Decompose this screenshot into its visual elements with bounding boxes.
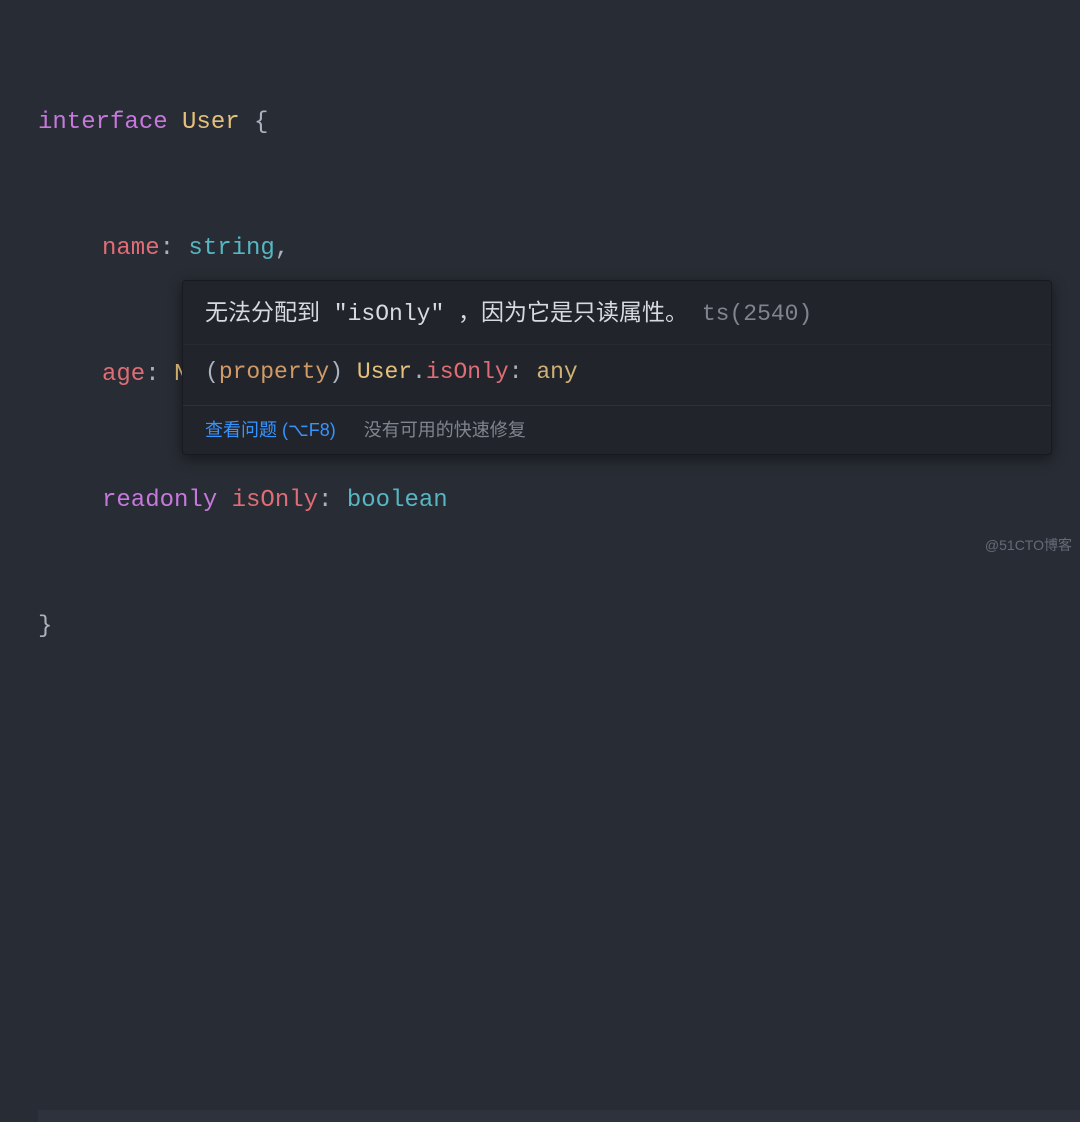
brace-open: { — [254, 109, 268, 136]
code-line-1: interface User { — [38, 102, 1080, 144]
error-hover-tooltip[interactable]: 无法分配到 "isOnly" ，因为它是只读属性。 ts(2540) (prop… — [182, 280, 1052, 455]
type-string: string — [188, 235, 274, 262]
type-name: User — [182, 109, 240, 136]
active-line-highlight — [38, 1110, 1080, 1122]
hover-action-bar: 查看问题 (⌥F8) 没有可用的快速修复 — [183, 405, 1051, 454]
keyword-readonly: readonly — [102, 487, 217, 514]
type-boolean: boolean — [347, 487, 448, 514]
code-line-5: } — [38, 606, 1080, 648]
code-line-highlight-wrap — [38, 1110, 1080, 1122]
keyword-interface: interface — [38, 109, 168, 136]
prop-age: age — [102, 361, 145, 388]
prop-name: name — [102, 235, 160, 262]
brace-close: } — [38, 613, 52, 640]
code-line-2: name: string, — [38, 228, 1080, 270]
watermark: @51CTO博客 — [985, 535, 1072, 555]
code-editor[interactable]: interface User { name: string, age: Numb… — [0, 0, 1080, 1122]
prop-isonly: isOnly — [232, 487, 318, 514]
code-line-4: readonly isOnly: boolean — [38, 480, 1080, 522]
error-message: 无法分配到 "isOnly" ，因为它是只读属性。 ts(2540) — [183, 281, 1051, 344]
error-code: ts(2540) — [702, 301, 812, 327]
view-problem-link[interactable]: 查看问题 (⌥F8) — [205, 416, 336, 442]
no-quick-fix-label: 没有可用的快速修复 — [364, 416, 526, 442]
code-line-blank-2 — [38, 858, 1080, 900]
code-line-blank-1 — [38, 732, 1080, 774]
symbol-signature: (property) User.isOnly: any — [183, 344, 1051, 406]
code-line-blank-3 — [38, 984, 1080, 1026]
